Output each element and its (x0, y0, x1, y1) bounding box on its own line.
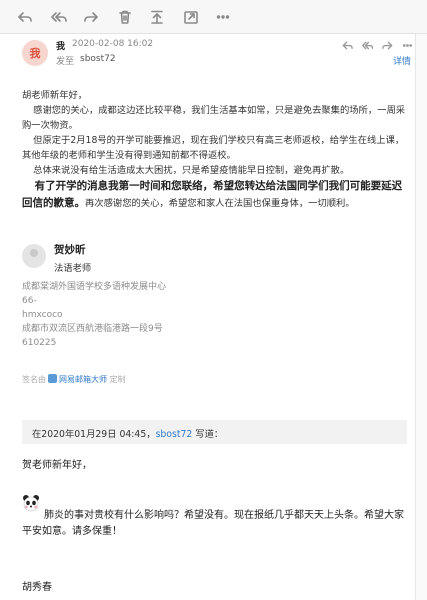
forward-icon[interactable] (381, 39, 393, 51)
signature-line: hmxcoco (22, 310, 63, 320)
mail-body: 胡老师新年好， 感谢您的关心，成都这边还比较平稳，我们生活基本如常，只是避免去聚… (22, 88, 412, 212)
scrollbar-track[interactable] (415, 34, 427, 600)
signature-line: 成都棠湖外国语学校多语种发展中心 (22, 282, 167, 292)
open-external-icon[interactable] (180, 6, 202, 28)
reply-all-icon[interactable] (361, 39, 373, 51)
avatar: 我 (22, 40, 48, 66)
quote-date: 在2020年01月29日 04:45， (32, 429, 156, 440)
signature-tag: 签名由 网易邮箱大师 定制 (22, 374, 126, 385)
signature-tag-suffix: 定制 (109, 375, 126, 384)
quote-greeting: 贺老师新年好， (22, 460, 92, 471)
quote-text: 肺炎的事对贵校有什么影响吗？希望没有。现在报纸几乎都天天上头条。希望大家平安如意… (22, 510, 404, 537)
signature-tag-prefix: 签名由 (22, 375, 46, 384)
mail-header: 我 我 2020-02-08 16:02 发至 sbost72 详情 (0, 34, 427, 74)
sent-date: 2020-02-08 16:02 (72, 39, 154, 49)
signature-title: 法语老师 (54, 263, 92, 274)
mail-master-icon (48, 374, 57, 383)
signature-avatar (22, 244, 46, 268)
details-link[interactable]: 详情 (393, 54, 411, 67)
mail-toolbar (0, 0, 427, 34)
signature-tag-link[interactable]: 网易邮箱大师 (59, 375, 107, 384)
delete-icon[interactable] (114, 6, 136, 28)
reply-icon[interactable] (341, 39, 353, 51)
reply-all-icon[interactable] (48, 6, 70, 28)
recipient-label: 发至 (56, 57, 75, 67)
signature-line: 610225 (22, 338, 57, 348)
more-icon[interactable] (401, 39, 413, 51)
signature-name: 贺妙昕 (54, 244, 86, 256)
quote-header: 在2020年01月29日 04:45，sbost72 写道： (22, 420, 407, 444)
header-actions (341, 39, 413, 51)
reply-icon[interactable] (14, 6, 36, 28)
forward-icon[interactable] (80, 6, 102, 28)
move-up-icon[interactable] (146, 6, 168, 28)
sender-name[interactable]: 我 (56, 39, 65, 52)
quote-signature: 胡秀春 (22, 582, 52, 593)
paragraph-3: 总体来说没有给生活造成太大困扰，只是希望疫情能早日控制，避免再扩散。 (33, 165, 350, 176)
quote-suffix: 写道： (192, 429, 224, 440)
quote-sender[interactable]: sbost72 (156, 429, 193, 440)
signature-details: 成都棠湖外国语学校多语种发展中心 66- hmxcoco 成都市双流区西航港临港… (22, 280, 166, 350)
recipient-address[interactable]: sbost72 (80, 54, 116, 64)
signature-line: 成都市双流区西航港临港路一段9号 (22, 324, 163, 334)
closing-text: 再次感谢您的关心，希望您和家人在法国也保重身体，一切顺利。 (85, 198, 355, 209)
signature-line: 66- (22, 296, 37, 306)
paragraph-1: 感谢您的关心，成都这边还比较平稳，我们生活基本如常，只是避免去聚集的场所，一周采… (22, 105, 406, 131)
more-icon[interactable] (212, 6, 234, 28)
paragraph-4: 有了开学的消息我第一时间和您联络，希望您转达给法国同学们我们可能要延迟回信的歉意… (22, 178, 412, 212)
greeting: 胡老师新年好， (22, 90, 88, 101)
paragraph-2: 但原定于2月18号的开学可能要推迟，现在我们学校只有高三老师返校，给学生在线上课… (22, 135, 405, 161)
